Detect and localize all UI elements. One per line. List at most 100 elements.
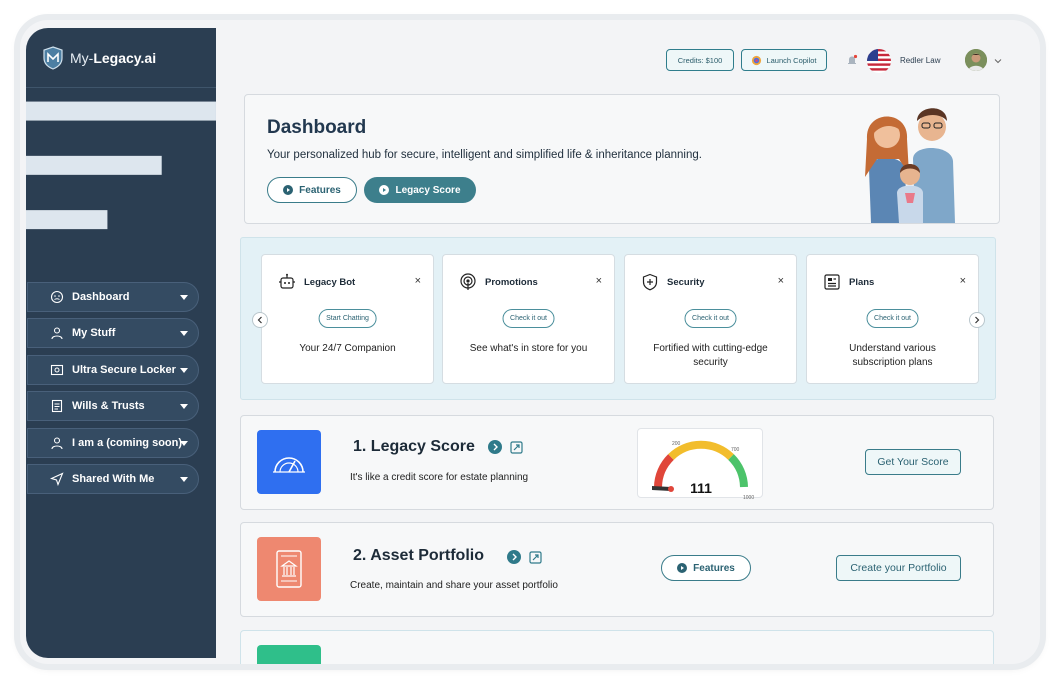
card-description: See what's in store for you xyxy=(469,343,588,354)
create-portfolio-button[interactable]: Create your Portfolio xyxy=(836,555,961,581)
section-subtitle: It's like a credit score for estate plan… xyxy=(350,472,529,483)
sidebar-item-label: I am a (coming soon) xyxy=(72,436,183,449)
close-icon[interactable]: × xyxy=(960,275,966,287)
page-subtitle: Your personalized hub for secure, intell… xyxy=(267,149,702,161)
gauge-tick-200: 200 xyxy=(672,441,681,447)
document-icon xyxy=(51,400,63,413)
building-document-icon xyxy=(276,550,302,588)
face-icon xyxy=(50,290,64,303)
carousel-next-button[interactable] xyxy=(969,312,985,328)
person-icon xyxy=(51,327,63,340)
sidebar-nav: Dashboard My Stuff Ultra Secure Locker W… xyxy=(26,281,216,495)
legacy-score-tile xyxy=(257,430,321,494)
sidebar-item-shared-with-me[interactable]: Shared With Me xyxy=(27,464,199,495)
card-security[interactable]: Security × Check it out Fortified with c… xyxy=(624,254,797,384)
external-link-icon[interactable] xyxy=(529,551,542,564)
play-icon xyxy=(379,185,390,195)
check-it-out-button[interactable]: Check it out xyxy=(502,309,555,328)
sidebar-item-label: My Stuff xyxy=(72,327,116,340)
top-bar: Credits: $100 Launch Copilot Redler Law xyxy=(216,28,1040,88)
brand[interactable]: My-Legacy.ai xyxy=(26,28,216,88)
chevron-right-circle-icon[interactable] xyxy=(488,440,502,454)
caret-down-icon xyxy=(180,404,188,410)
chevron-down-icon[interactable] xyxy=(994,58,1002,64)
features-label: Features xyxy=(299,184,341,196)
features-label: Features xyxy=(693,562,735,574)
sidebar-item-ultra-secure-locker[interactable]: Ultra Secure Locker xyxy=(27,354,199,385)
credits-button[interactable]: Credits: $100 xyxy=(666,49,734,71)
features-button[interactable]: Features xyxy=(267,177,357,203)
sidebar: My-Legacy.ai Dashboard My Stuff Ultra Se… xyxy=(26,28,216,658)
close-icon[interactable]: × xyxy=(415,275,421,287)
robot-icon xyxy=(279,273,295,289)
sidebar-item-my-stuff[interactable]: My Stuff xyxy=(27,318,199,349)
avatar[interactable] xyxy=(965,49,987,71)
card-plans[interactable]: Plans × Check it out Understand various … xyxy=(806,254,979,384)
us-flag-icon[interactable] xyxy=(867,49,891,73)
credits-label: Credits: $100 xyxy=(677,55,723,65)
card-description: Understand various subscription plans xyxy=(849,343,936,368)
section-title: 2. Asset Portfolio xyxy=(353,547,484,564)
external-link-icon[interactable] xyxy=(510,441,523,454)
play-icon xyxy=(677,563,688,573)
caret-down-icon xyxy=(180,367,188,373)
gauge-green-segment xyxy=(728,454,748,488)
legacy-score-label: Legacy Score xyxy=(395,184,461,196)
carousel-prev-button[interactable] xyxy=(252,312,268,328)
dashboard-hero: Dashboard Your personalized hub for secu… xyxy=(244,94,1000,224)
card-title: Legacy Bot xyxy=(304,277,356,288)
get-your-score-button[interactable]: Get Your Score xyxy=(865,449,961,475)
portfolio-features-button[interactable]: Features xyxy=(661,555,751,581)
shield-logo-icon xyxy=(43,45,63,70)
play-icon xyxy=(283,185,294,195)
caret-down-icon xyxy=(180,331,188,337)
card-description: Fortified with cutting-edge security xyxy=(653,343,768,368)
feature-cards-carousel: Legacy Bot × Start Chatting Your 24/7 Co… xyxy=(240,237,996,400)
bell-icon[interactable] xyxy=(846,54,858,66)
asset-portfolio-section: 2. Asset Portfolio Create, maintain and … xyxy=(240,522,994,617)
caret-down-icon xyxy=(180,440,188,446)
chevron-right-icon xyxy=(975,316,980,324)
gauge-red-segment xyxy=(654,454,674,488)
legacy-score-button[interactable]: Legacy Score xyxy=(364,177,476,203)
check-it-out-button[interactable]: Check it out xyxy=(684,309,737,328)
person-icon xyxy=(51,437,63,450)
section-subtitle: Create, maintain and share your asset po… xyxy=(350,580,558,591)
gauge-needle xyxy=(652,486,674,492)
card-title: Promotions xyxy=(485,277,538,288)
start-chatting-button[interactable]: Start Chatting xyxy=(318,309,377,328)
sidebar-item-wills-trusts[interactable]: Wills & Trusts xyxy=(27,391,199,422)
sidebar-item-label: Dashboard xyxy=(72,290,130,303)
asset-portfolio-tile xyxy=(257,537,321,601)
create-portfolio-label: Create your Portfolio xyxy=(850,562,947,574)
launch-copilot-button[interactable]: Launch Copilot xyxy=(741,49,827,71)
brand-name: My-Legacy.ai xyxy=(70,49,157,66)
page-title: Dashboard xyxy=(267,117,367,138)
locker-icon xyxy=(50,364,64,375)
card-promotions[interactable]: Promotions × Check it out See what's in … xyxy=(442,254,615,384)
copilot-label: Launch Copilot xyxy=(766,55,817,65)
sidebar-item-label: Wills & Trusts xyxy=(72,400,145,413)
plans-icon xyxy=(824,274,840,290)
menu-icon[interactable] xyxy=(26,88,216,251)
chevron-right-circle-icon[interactable] xyxy=(507,550,521,564)
send-icon xyxy=(50,472,64,487)
section-title: 1. Legacy Score xyxy=(353,438,475,455)
legacy-score-gauge: 200 700 1000 111 xyxy=(637,428,763,501)
card-title: Plans xyxy=(849,277,875,288)
check-it-out-button[interactable]: Check it out xyxy=(866,309,919,328)
sidebar-item-label: Ultra Secure Locker xyxy=(72,363,176,376)
get-your-score-label: Get Your Score xyxy=(877,456,949,468)
caret-down-icon xyxy=(180,477,188,483)
section-tile xyxy=(257,645,321,664)
legacy-score-section: 1. Legacy Score It's like a credit score… xyxy=(240,415,994,510)
gauge-value: 111 xyxy=(690,480,712,496)
card-legacy-bot[interactable]: Legacy Bot × Start Chatting Your 24/7 Co… xyxy=(261,254,434,384)
sidebar-item-i-am-a[interactable]: I am a (coming soon) xyxy=(27,427,199,458)
user-name[interactable]: Redler Law xyxy=(900,56,940,65)
sidebar-item-dashboard[interactable]: Dashboard xyxy=(27,281,199,312)
sidebar-item-label: Shared With Me xyxy=(72,473,155,486)
close-icon[interactable]: × xyxy=(596,275,602,287)
next-section xyxy=(240,630,994,664)
close-icon[interactable]: × xyxy=(778,275,784,287)
